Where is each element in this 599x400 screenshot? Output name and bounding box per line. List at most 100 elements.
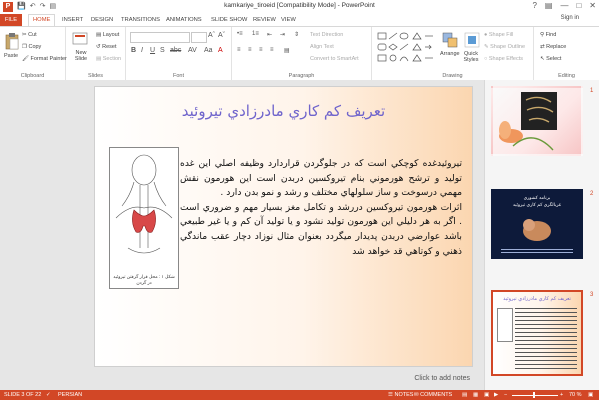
font-size-box[interactable] [191,32,207,43]
zoom-slider-thumb[interactable] [533,392,535,398]
calligraphy-flower-image [499,92,557,151]
copy-button[interactable]: ❐ Copy [22,44,41,50]
normal-view-icon[interactable]: ▤ [462,392,467,398]
shape-outline-button[interactable]: ✎ Shape Outline [484,44,525,50]
bold-icon[interactable]: B [131,47,136,54]
new-slide-icon[interactable] [72,32,88,46]
align-right-icon[interactable]: ≡ [259,47,263,53]
font-group: Aˆ Aˇ B I U S abc AV Aa A Font [126,27,232,80]
thumbnail-2-text-lines [501,247,573,253]
tab-review[interactable]: REVIEW [253,15,276,26]
align-text-button[interactable]: Align Text [310,44,334,50]
zoom-in-icon[interactable]: + [560,392,563,398]
italic-icon[interactable]: I [141,47,143,54]
shrink-font-icon[interactable]: Aˇ [218,32,225,39]
tab-animations[interactable]: ANIMATIONS [166,15,202,26]
tab-design[interactable]: DESIGN [91,15,113,26]
slideshow-icon[interactable]: ▶ [494,392,498,398]
shape-effects-button[interactable]: ○ Shape Effects [484,56,523,62]
tab-file[interactable]: FILE [0,14,22,26]
arrange-button[interactable]: Arrange [440,51,460,57]
slide-title[interactable]: تعريف كم كاري مادرزادي تيروئيد [105,102,462,120]
bullets-icon[interactable]: •≡ [237,31,243,37]
change-case-icon[interactable]: Aa [204,47,213,54]
new-slide-button[interactable]: New Slide [69,50,93,62]
thumbnail-number-1: 1 [590,88,594,94]
notes-pane[interactable]: Click to add notes [0,370,484,390]
format-painter-button[interactable]: 🖌 Format Painter [22,56,67,62]
fit-slide-icon[interactable]: ▣ [588,392,593,398]
slide-canvas[interactable]: تعريف كم كاري مادرزادي تيروئيد شكل ١ : م… [95,87,472,366]
zoom-level[interactable]: 70 % [569,392,582,398]
convert-smartart-button[interactable]: Convert to SmartArt [310,56,359,62]
notes-button[interactable]: ☰ NOTES [388,392,413,398]
zoom-slider[interactable] [512,395,558,396]
baby-image [523,219,551,241]
numbering-icon[interactable]: 1≡ [252,31,259,37]
cut-button[interactable]: ✂ Cut [22,32,37,38]
restore-icon[interactable]: □ [576,1,581,10]
tab-slide-show[interactable]: SLIDE SHOW [211,15,247,26]
thumbnail-slide-3[interactable]: تعريف كم كاري مادرزادي تيروئيد [491,290,583,376]
quick-styles-icon[interactable] [464,32,480,48]
thumbnail-slide-1[interactable] [491,86,583,156]
window-controls: ? ▤ — □ ✕ [532,1,596,10]
title-bar: P 💾 ↶ ↷ ▤ kamkariye_tiroeid [Compatibili… [0,0,599,15]
justify-icon[interactable]: ≡ [270,47,274,53]
window-title: kamkariye_tiroeid [Compatibility Mode] -… [224,2,375,9]
proofing-icon[interactable]: ✓ [46,392,51,398]
ribbon-display-icon[interactable]: ▤ [545,1,553,10]
sign-in-link[interactable]: Sign in [561,15,579,21]
language-indicator[interactable]: PERSIAN [58,392,82,398]
columns-icon[interactable]: ▤ [284,47,290,54]
align-left-icon[interactable]: ≡ [237,47,241,53]
decrease-indent-icon[interactable]: ⇤ [267,31,272,38]
thumbnail-number-2: 2 [590,191,594,197]
replace-button[interactable]: ⇄ Replace [540,44,566,50]
close-icon[interactable]: ✕ [589,1,596,10]
tab-insert[interactable]: INSERT [62,15,83,26]
arrange-icon[interactable] [442,32,458,48]
body-paragraph-2: اثرات هورمون تيروكسين دررشد و تكامل مغز … [180,201,462,257]
paste-button[interactable]: Paste [4,53,18,59]
minimize-icon[interactable]: — [560,1,568,10]
tab-view[interactable]: VIEW [281,15,296,26]
zoom-out-icon[interactable]: − [504,392,507,398]
text-direction-button[interactable]: Text Direction [310,32,343,38]
quick-styles-button[interactable]: Quick Styles [461,51,481,63]
align-center-icon[interactable]: ≡ [248,47,252,53]
reading-view-icon[interactable]: ▣ [484,392,489,398]
shape-fill-button[interactable]: ● Shape Fill [484,32,513,38]
char-spacing-icon[interactable]: AV [188,47,197,54]
find-button[interactable]: ⚲ Find [540,32,556,38]
reset-button[interactable]: ↺ Reset [96,44,117,50]
shapes-gallery-icon[interactable] [376,31,438,65]
clipboard-group: Paste ✂ Cut ❐ Copy 🖌 Format Painter Clip… [0,27,67,80]
tab-transitions[interactable]: TRANSITIONS [121,15,160,26]
help-icon[interactable]: ? [532,1,536,10]
slide-body-text[interactable]: تيروئيدغده كوچكي است كه در جلوگردن قرارد… [180,157,462,259]
paste-icon[interactable] [5,32,19,50]
thyroid-figure[interactable]: شكل ١ : محل قرار گرفتن تيروئيد در گردن [109,147,179,289]
grow-font-icon[interactable]: Aˆ [208,32,215,39]
strikethrough-icon[interactable]: abc [170,47,181,54]
font-color-icon[interactable]: A [218,47,223,54]
figure-caption: شكل ١ : محل قرار گرفتن تيروئيد در گردن [113,274,175,285]
underline-icon[interactable]: U [150,47,155,54]
drawing-group: Arrange Quick Styles ● Shape Fill ✎ Shap… [372,27,534,80]
slide-sorter-icon[interactable]: ▦ [473,392,478,398]
section-button[interactable]: ▤ Section [96,56,121,62]
select-button[interactable]: ↖ Select [540,56,561,62]
increase-indent-icon[interactable]: ⇥ [280,31,285,38]
scissors-icon: ✂ [22,32,27,38]
font-name-box[interactable] [130,32,190,43]
line-spacing-icon[interactable]: ⇕ [294,31,299,38]
layout-button[interactable]: ▤ Layout [96,32,119,38]
comment-icon: ✉ [414,392,419,398]
search-icon: ⚲ [540,32,545,38]
thumbnail-slide-2[interactable]: برنامه كشوري غربالگري كم كاري تيروئيد [491,189,583,259]
comments-button[interactable]: ✉ COMMENTS [414,392,452,398]
thumbnail-3-title: تعريف كم كاري مادرزادي تيروئيد [503,296,571,302]
shadow-icon[interactable]: S [160,47,165,54]
slides-group: New Slide ▤ Layout ↺ Reset ▤ Section Sli… [66,27,126,80]
